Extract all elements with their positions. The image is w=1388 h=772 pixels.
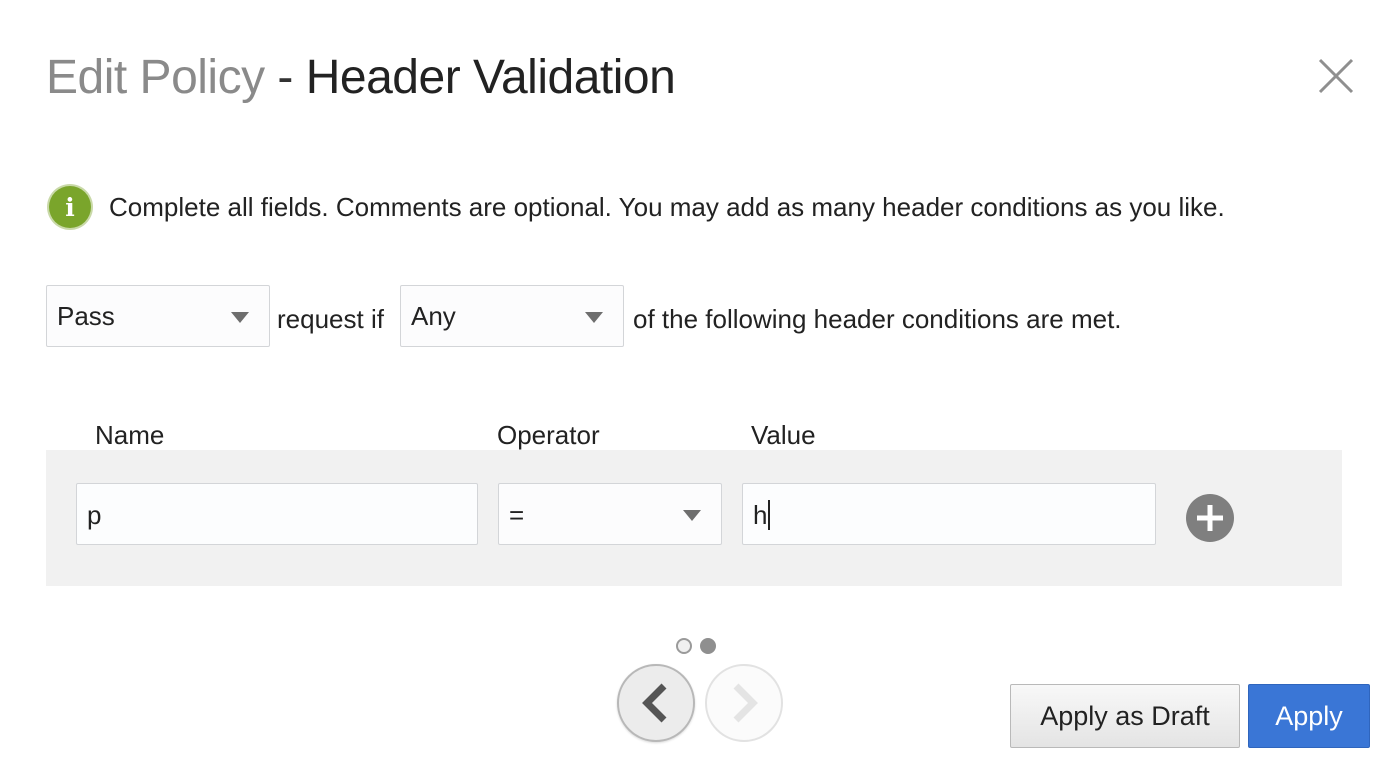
rule-suffix-label: of the following header conditions are m…: [633, 304, 1122, 334]
action-select-value: Pass: [57, 301, 115, 331]
column-header-value: Value: [751, 420, 816, 450]
info-message: i Complete all fields. Comments are opti…: [46, 183, 1225, 231]
add-condition-button[interactable]: [1186, 494, 1234, 542]
match-select-value: Any: [411, 301, 456, 331]
apply-button[interactable]: Apply: [1248, 684, 1370, 748]
edit-policy-dialog: Edit Policy - Header Validation i Comple…: [0, 0, 1388, 772]
header-name-input[interactable]: p: [76, 483, 478, 545]
header-name-value: p: [87, 500, 102, 530]
dialog-title-main: Edit Policy: [46, 51, 265, 104]
dialog-title: Edit Policy - Header Validation: [46, 50, 676, 105]
chevron-down-icon: [585, 312, 603, 323]
page-indicator: [676, 638, 716, 654]
page-dot-2-active[interactable]: [700, 638, 716, 654]
chevron-down-icon: [683, 510, 701, 521]
operator-select[interactable]: =: [498, 483, 722, 545]
text-cursor: [768, 500, 771, 530]
dialog-title-separator: -: [264, 51, 306, 104]
header-value-value: h: [753, 500, 768, 530]
info-icon-glyph: i: [65, 193, 75, 222]
match-select[interactable]: Any: [400, 285, 624, 347]
header-value-input[interactable]: h: [742, 483, 1156, 545]
close-button[interactable]: [1316, 56, 1356, 96]
previous-button[interactable]: [617, 664, 695, 742]
chevron-right-icon: [733, 683, 758, 723]
column-header-name: Name: [95, 420, 165, 450]
plus-circle-icon: [1186, 494, 1234, 542]
page-dot-1[interactable]: [676, 638, 692, 654]
info-text: Complete all fields. Comments are option…: [109, 191, 1225, 222]
header-value-text: h: [753, 500, 771, 531]
chevron-down-icon: [231, 312, 249, 323]
column-header-operator: Operator: [497, 420, 600, 450]
action-select[interactable]: Pass: [46, 285, 270, 347]
info-icon: i: [47, 184, 93, 230]
next-button[interactable]: [705, 664, 783, 742]
dialog-title-policy-name: Header Validation: [305, 51, 676, 104]
close-icon: [1318, 58, 1354, 94]
operator-select-value: =: [509, 500, 525, 530]
apply-as-draft-button[interactable]: Apply as Draft: [1010, 684, 1240, 748]
rule-connector-label: request if: [277, 304, 384, 334]
chevron-left-icon: [642, 683, 667, 723]
